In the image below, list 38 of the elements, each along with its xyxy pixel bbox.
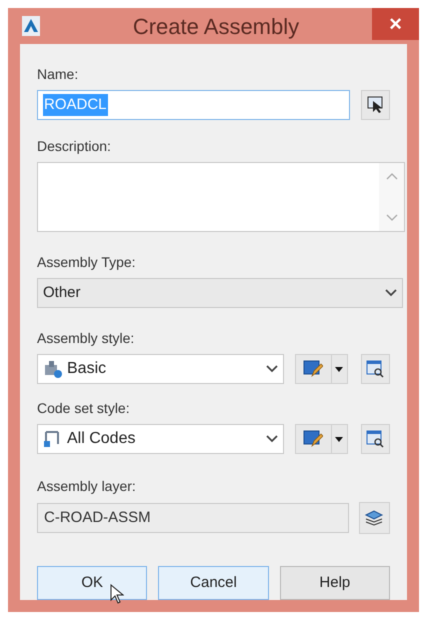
layers-icon (364, 509, 384, 527)
field-label: Assembly layer: (37, 477, 137, 496)
chevron-down-icon (266, 435, 278, 443)
field-label: Assembly Type: (37, 253, 137, 272)
scroll-up-icon (386, 173, 398, 180)
browse-button[interactable] (360, 354, 390, 384)
field-label: Assembly style: (37, 329, 136, 348)
close-button[interactable]: × (372, 8, 419, 40)
field-label: Code set style: (37, 399, 131, 418)
pick-button[interactable] (360, 90, 390, 120)
dialog-button[interactable]: OK (37, 566, 148, 600)
dialog-button[interactable]: Cancel (158, 566, 269, 600)
edit-style-button[interactable] (294, 354, 348, 384)
caret-icon (335, 366, 344, 372)
dialog-button[interactable]: Help (280, 566, 390, 600)
chevron-down-icon (385, 289, 397, 297)
browse-button[interactable] (360, 424, 390, 454)
field-label: Description: (37, 137, 112, 156)
style-dropdown[interactable]: Basic (37, 354, 284, 384)
chevron-down-icon (266, 365, 278, 373)
edit-style-icon (303, 430, 323, 448)
mouse-pointer-icon (110, 584, 124, 604)
assembly-icon (43, 360, 63, 378)
edit-style-button[interactable] (294, 424, 348, 454)
layer-button[interactable] (358, 502, 390, 534)
type-dropdown[interactable]: Other (37, 278, 403, 308)
layer-field[interactable]: C-ROAD-ASSM (37, 503, 349, 533)
browse-style-icon (366, 430, 384, 448)
scroll-down-icon (386, 214, 398, 221)
description-field[interactable] (37, 162, 405, 232)
style-dropdown[interactable]: All Codes (37, 424, 284, 454)
pick-cursor-icon (366, 96, 384, 114)
caret-icon (335, 436, 344, 442)
app-logo-icon (22, 16, 40, 36)
window-title: Create Assembly (132, 12, 300, 41)
edit-style-icon (303, 360, 323, 378)
browse-style-icon (366, 360, 384, 378)
field-label: Name: (37, 65, 80, 84)
